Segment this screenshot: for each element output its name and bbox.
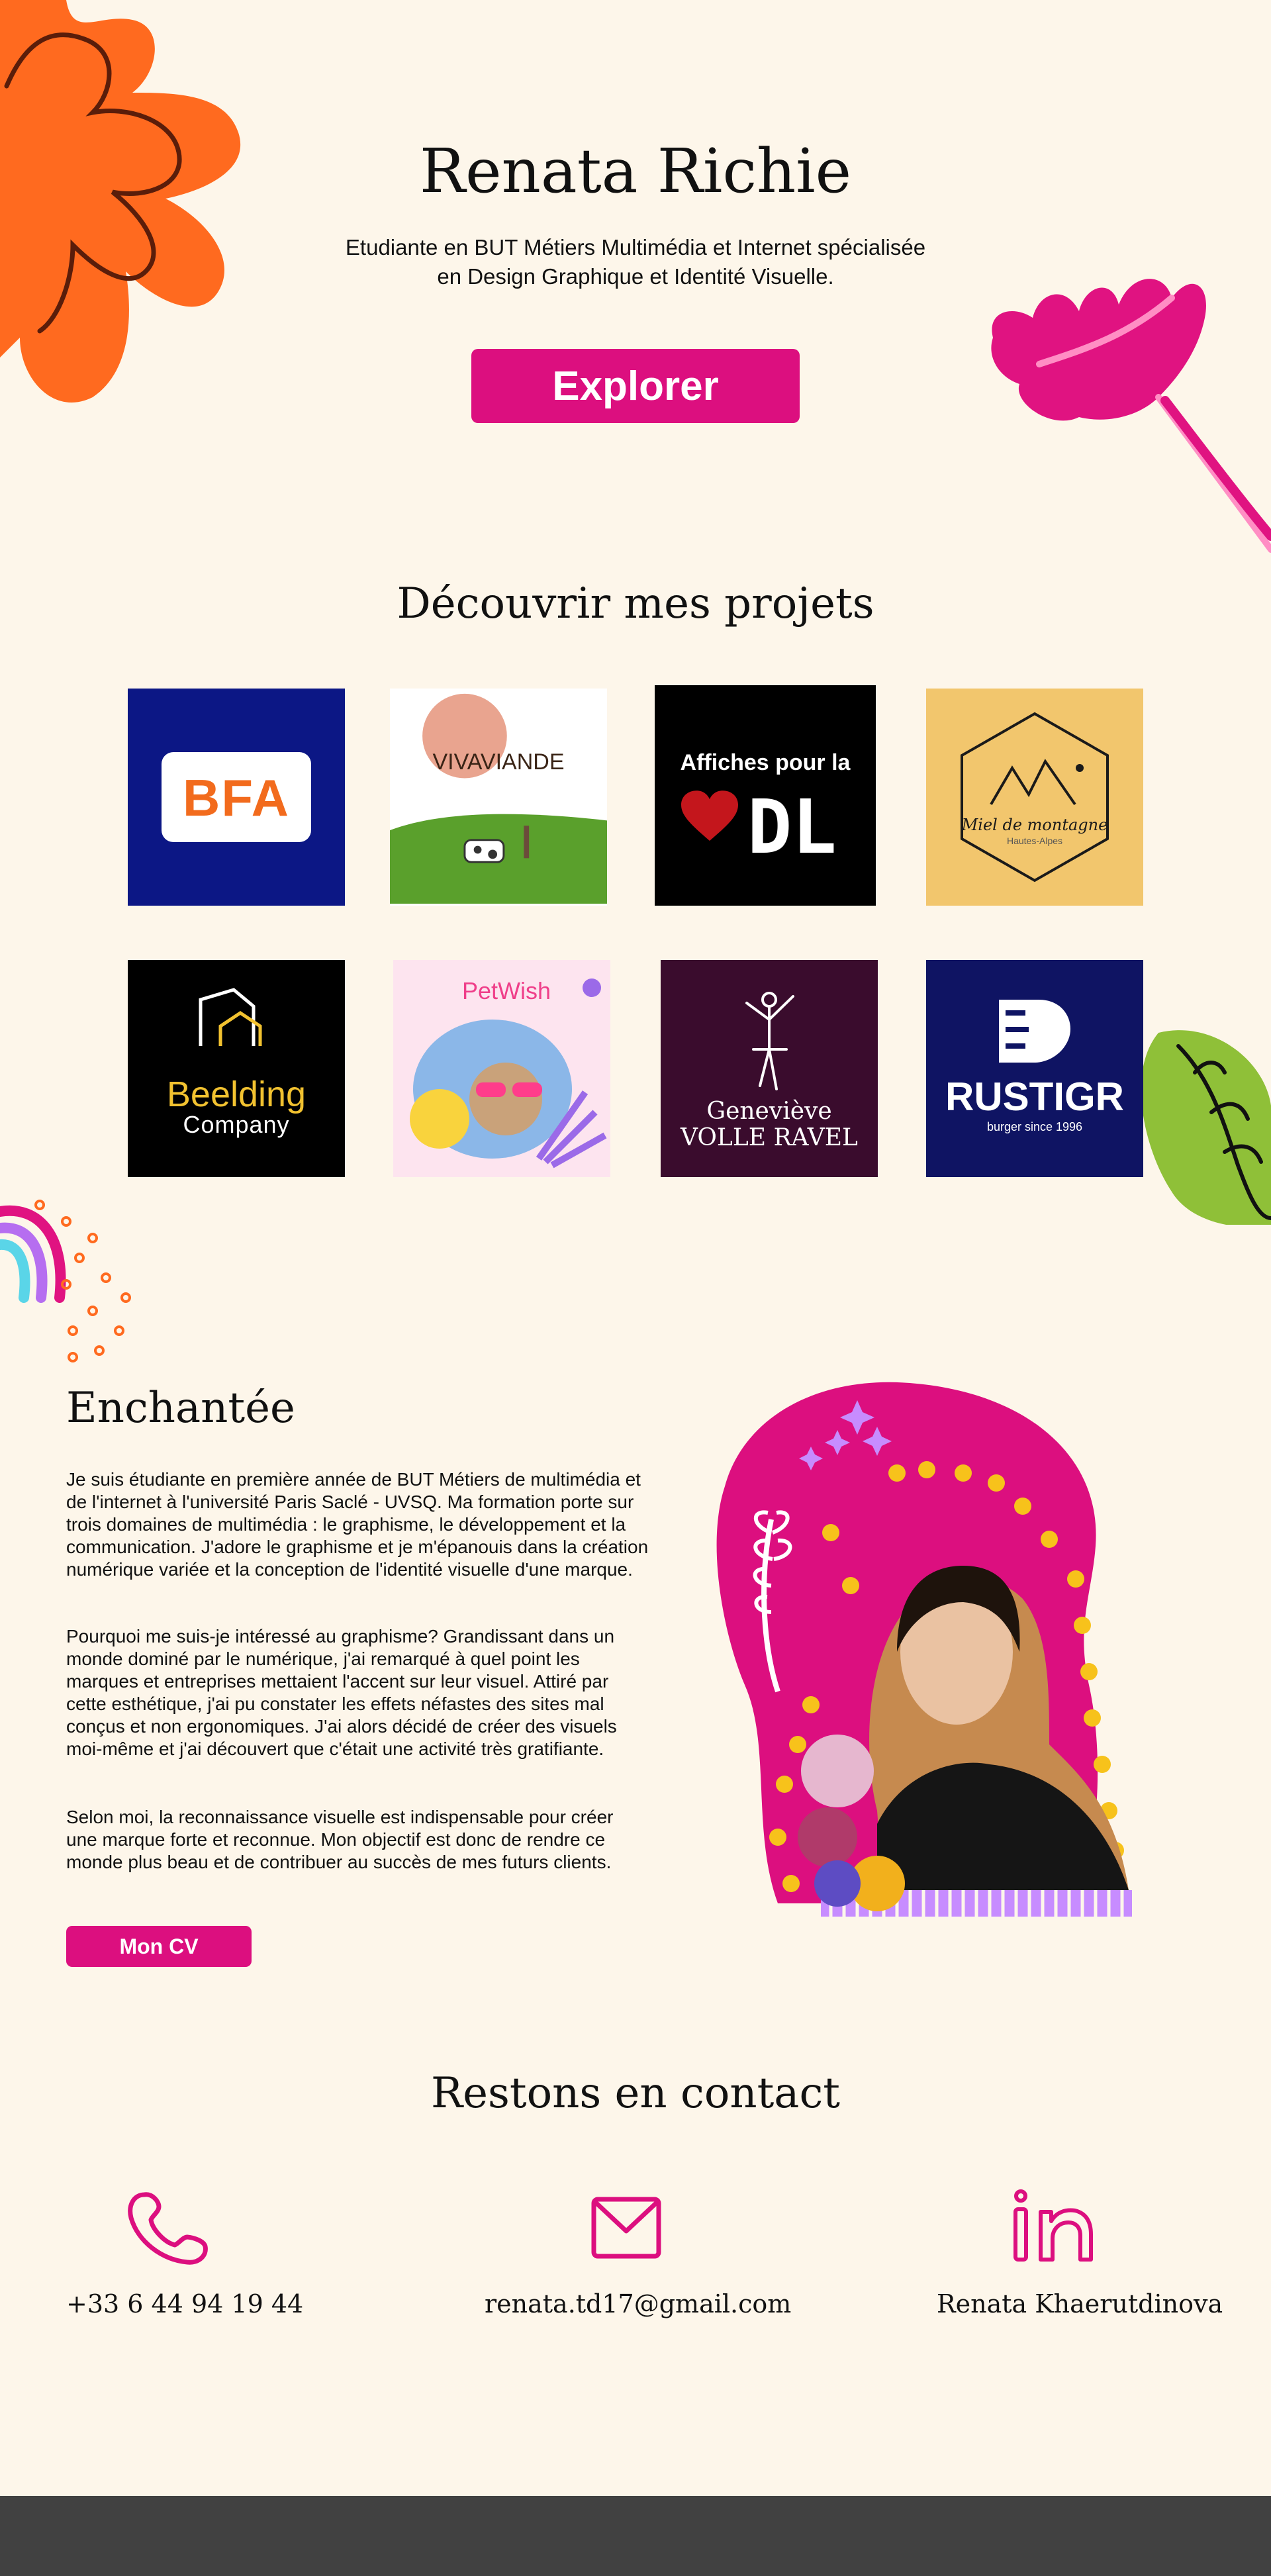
linkedin-icon[interactable]	[1013, 2188, 1095, 2262]
bfa-logo-text: BFA	[183, 769, 290, 827]
project-tile-vivaviande[interactable]: VIVAVIANDE	[390, 689, 607, 906]
vivaviande-illustration	[390, 693, 607, 904]
project-tile-bfa[interactable]: BFA	[128, 689, 345, 906]
project-tile-miel-montagne[interactable]: Miel de montagne Hautes-Alpes	[926, 689, 1143, 906]
green-leaf-decoration	[1141, 1030, 1271, 1225]
phone-icon[interactable]	[124, 2188, 213, 2267]
about-paragraph-3: Selon moi, la reconnaissance visuelle es…	[66, 1807, 614, 1872]
vivaviande-logo-text: VIVAVIANDE	[432, 749, 565, 775]
petwish-logo-text: PetWish	[462, 977, 551, 1004]
cv-button[interactable]: Mon CV	[66, 1926, 252, 1967]
pink-flower-decoration	[991, 279, 1271, 553]
email-address[interactable]: renata.td17@gmail.com	[485, 2289, 791, 2318]
project-tile-genevieve[interactable]: Geneviève VOLLE RAVEL	[661, 960, 878, 1177]
project-tile-beelding[interactable]: Beelding Company	[128, 960, 345, 1177]
genevieve-logo-subtext: VOLLE RAVEL	[681, 1124, 858, 1151]
mail-icon[interactable]	[591, 2197, 661, 2259]
rustigr-tiger-icon	[999, 1000, 1070, 1063]
beelding-logo-text: Beelding	[166, 1074, 306, 1114]
explore-button[interactable]: Explorer	[471, 349, 800, 423]
hero-subtitle-line2: en Design Graphique et Identité Visuelle…	[437, 264, 834, 289]
contact-title: Restons en contact	[430, 2069, 841, 2118]
affiches-main-text: DL	[747, 785, 837, 871]
genevieve-logo-text: Geneviève	[706, 1098, 832, 1125]
hero-title: Renata Richie	[419, 136, 852, 207]
rustigr-logo-subtext: burger since 1996	[986, 1120, 1083, 1133]
footer	[0, 2496, 1271, 2576]
miel-logo-subtext: Hautes-Alpes	[1006, 835, 1063, 846]
orange-flower-decoration	[0, 0, 241, 403]
about-paragraph-2: Pourquoi me suis-je intéressé au graphis…	[66, 1626, 617, 1759]
beelding-building-icon	[199, 988, 262, 1046]
miel-logo-text: Miel de montagne	[961, 816, 1108, 834]
phone-number[interactable]: +33 6 44 94 19 44	[66, 2289, 303, 2318]
about-title: Enchantée	[66, 1384, 295, 1433]
affiches-top-text: Affiches pour la	[680, 750, 851, 775]
hero-subtitle-line1: Etudiante en BUT Métiers Multimédia et I…	[345, 235, 926, 260]
portrait-illustration	[716, 1382, 1132, 1917]
hero-subtitle: Etudiante en BUT Métiers Multimédia et I…	[305, 233, 966, 291]
about-paragraph-1: Je suis étudiante en première année de B…	[66, 1469, 649, 1580]
project-tile-petwish[interactable]: PetWish	[393, 960, 610, 1177]
beelding-logo-subtext: Company	[183, 1111, 290, 1138]
heart-icon	[681, 790, 738, 841]
miel-hexagon-logo	[961, 712, 1109, 883]
project-tile-affiches-dl[interactable]: Affiches pour la DL	[655, 685, 876, 906]
projects-title: Découvrir mes projets	[397, 579, 874, 628]
linkedin-name[interactable]: Renata Khaerutdinova	[937, 2289, 1223, 2318]
rustigr-logo-text: RUSTIGR	[945, 1074, 1124, 1119]
rainbow-decoration	[0, 1200, 131, 1362]
project-tile-rustigr[interactable]: RUSTIGR burger since 1996	[926, 960, 1143, 1177]
